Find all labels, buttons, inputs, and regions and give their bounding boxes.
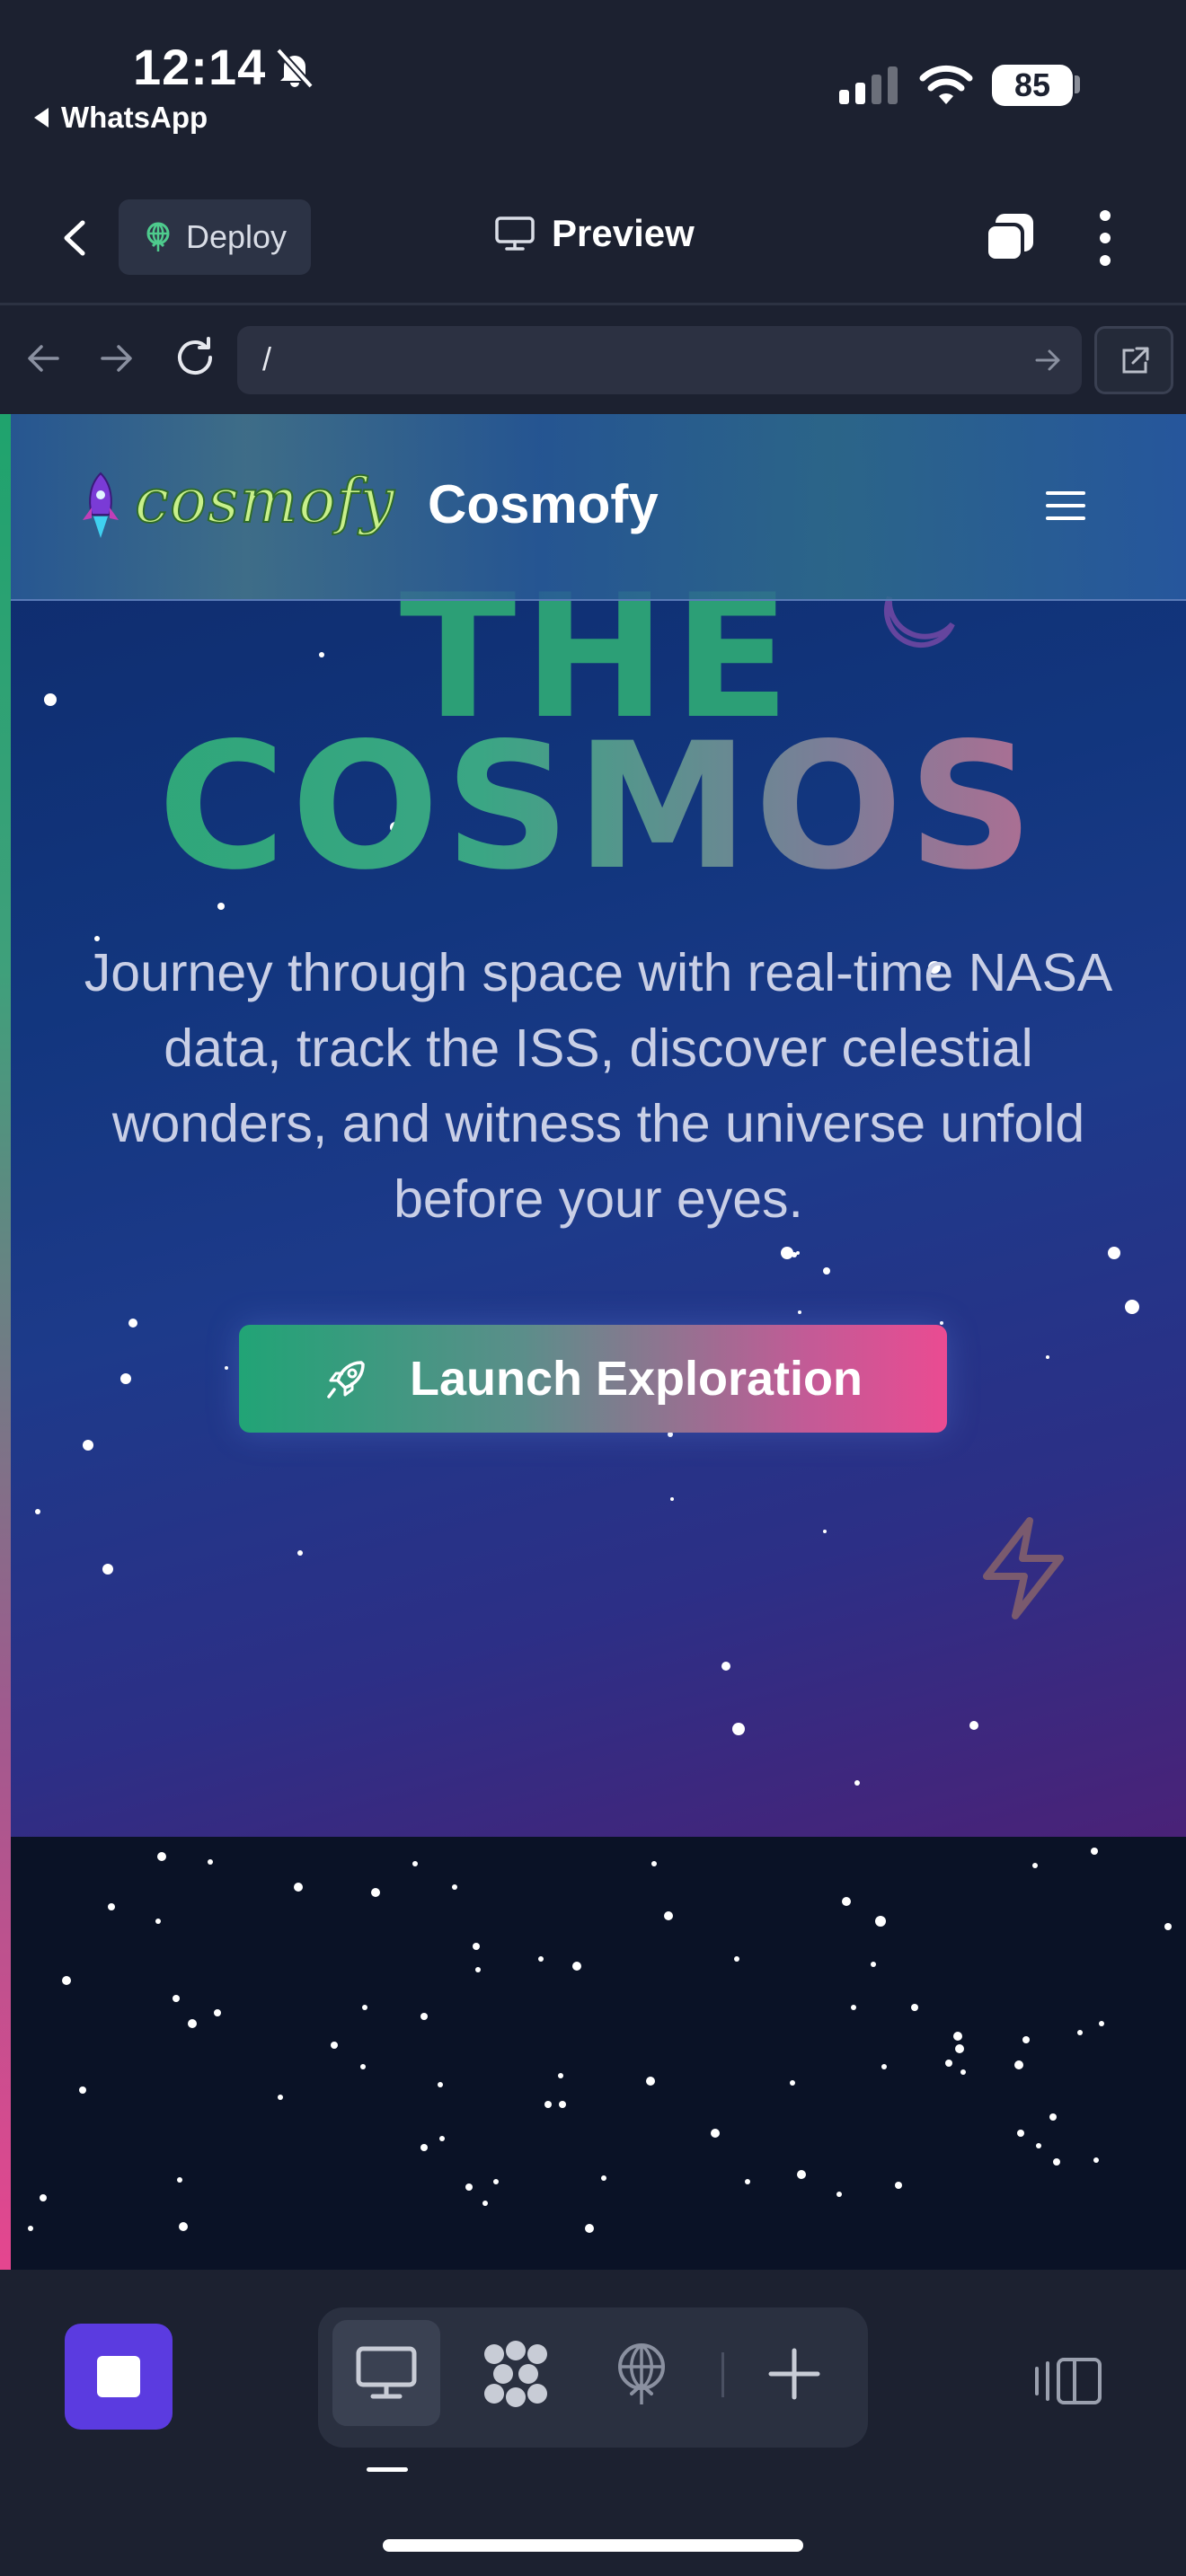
web-preview: THE COSMOS Journey through space with re…	[0, 414, 1186, 2270]
starfield	[28, 1848, 1172, 2233]
active-tab-indicator	[367, 2467, 408, 2472]
segment-divider	[721, 2352, 724, 2397]
monitor-icon	[495, 216, 535, 251]
back-triangle-icon	[34, 108, 49, 128]
rocket-logo-icon	[83, 472, 119, 538]
launch-exploration-button[interactable]: Launch Exploration	[239, 1325, 947, 1433]
open-external-button[interactable]	[1094, 326, 1173, 394]
components-view-button[interactable]	[462, 2320, 570, 2426]
preview-edge-accent	[0, 414, 11, 2270]
external-link-icon	[1122, 347, 1149, 374]
bell-slash-icon	[276, 48, 314, 89]
preview-label: Preview	[552, 212, 695, 254]
add-button[interactable]	[740, 2320, 848, 2426]
lightning-icon	[983, 1517, 1064, 1619]
deploy-button[interactable]: Deploy	[119, 199, 311, 275]
more-vertical-icon[interactable]	[1087, 207, 1123, 269]
brand-logo-text: cosmofy	[134, 465, 395, 538]
desktop-view-button[interactable]	[332, 2320, 440, 2426]
components-icon	[484, 2341, 547, 2407]
go-arrow-icon[interactable]	[1031, 344, 1064, 376]
menu-icon[interactable]	[1046, 491, 1085, 524]
starfield-section	[11, 1837, 1186, 2270]
stop-button[interactable]	[65, 2324, 173, 2430]
plus-icon	[768, 2348, 820, 2400]
back-to-app-link[interactable]: WhatsApp	[34, 101, 208, 135]
reload-icon[interactable]	[173, 335, 217, 380]
cellular-signal-icon	[839, 65, 898, 104]
rocket-icon	[327, 1361, 365, 1398]
arrow-right-icon[interactable]	[97, 339, 137, 378]
launch-exploration-label: Launch Exploration	[409, 1352, 863, 1406]
deploy-label: Deploy	[185, 218, 288, 255]
moon-icon	[883, 595, 955, 648]
view-switcher	[318, 2307, 868, 2448]
app-toolbar: Deploy Preview	[0, 171, 1186, 305]
home-indicator	[383, 2539, 803, 2552]
hero-section: THE COSMOS Journey through space with re…	[11, 414, 1186, 1837]
back-app-label: WhatsApp	[61, 101, 208, 134]
preview-title: Preview	[494, 212, 695, 255]
deploy-icon	[146, 222, 170, 251]
battery-icon: 85	[992, 65, 1073, 106]
monitor-icon	[356, 2346, 417, 2399]
stop-icon	[97, 2356, 140, 2397]
site-header: cosmofy Cosmofy	[11, 414, 1186, 601]
battery-cap	[1075, 75, 1080, 93]
deploy-view-button[interactable]	[588, 2320, 695, 2426]
status-time: 12:14	[133, 39, 267, 95]
status-bar: 12:14 WhatsApp 85	[0, 0, 1186, 171]
bottom-bar	[0, 2270, 1186, 2576]
url-input[interactable]: /	[237, 326, 1082, 394]
deploy-icon	[618, 2343, 665, 2404]
brand-name: Cosmofy	[428, 474, 659, 534]
hero-title-line2: COSMOS	[11, 719, 1186, 894]
hero-description: Journey through space with real-time NAS…	[84, 943, 1113, 1229]
chevron-left-icon[interactable]	[56, 217, 97, 259]
wifi-icon	[919, 65, 973, 104]
arrow-left-icon[interactable]	[23, 339, 63, 378]
tabs-icon[interactable]	[981, 210, 1037, 266]
app-screen: 12:14 WhatsApp 85 Deploy Preview / THE C…	[0, 0, 1186, 2576]
url-row: /	[0, 308, 1186, 414]
panel-toggle-icon[interactable]	[1033, 2356, 1105, 2406]
